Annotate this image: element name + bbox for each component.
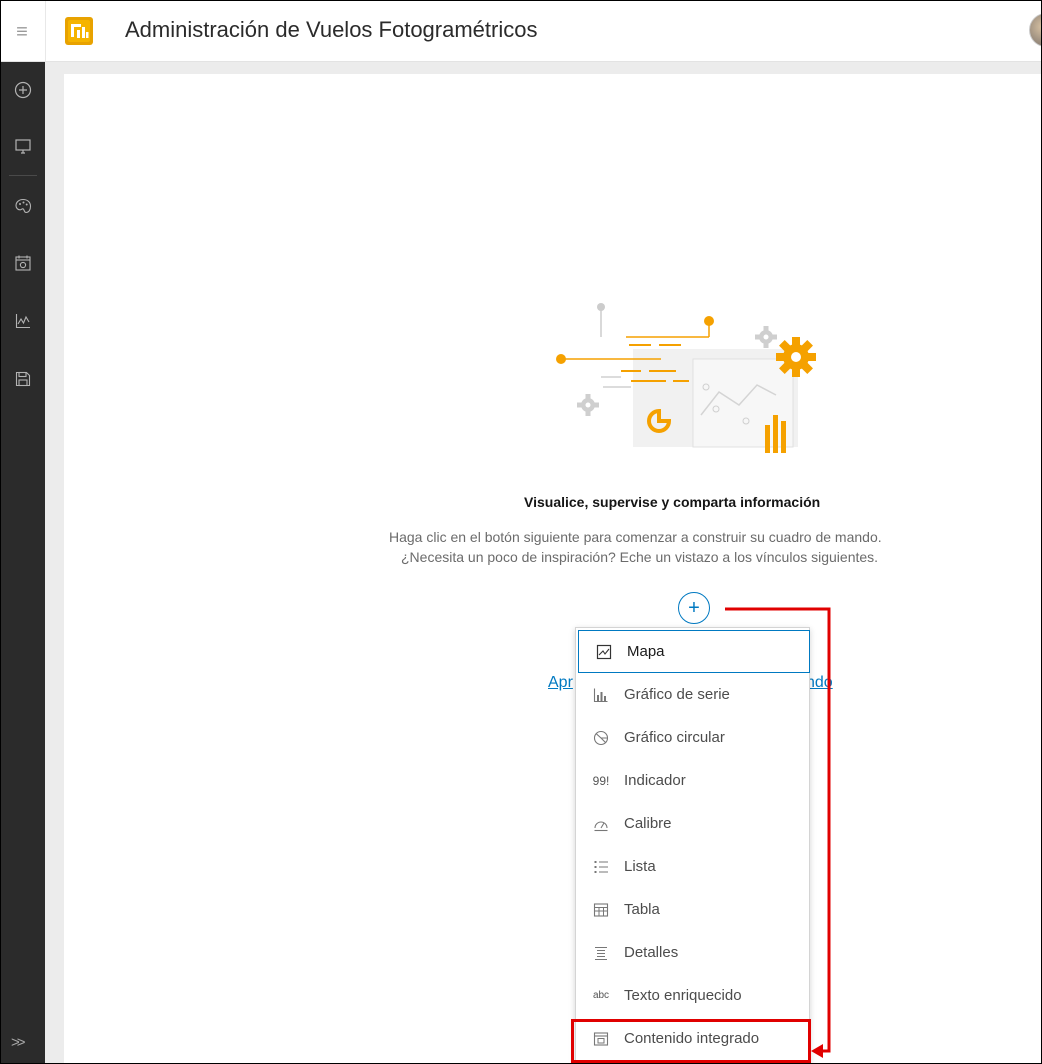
left-toolbar: >> — [1, 62, 45, 1063]
menu-item-label: Calibre — [624, 815, 672, 832]
menu-item-indicador[interactable]: 99! Indicador — [576, 759, 809, 802]
add-element-button[interactable]: + — [678, 592, 710, 624]
expand-toolbar-icon[interactable]: >> — [11, 1034, 25, 1051]
dashboard-settings-icon[interactable] — [9, 249, 37, 277]
dashboards-logo-icon — [65, 17, 93, 45]
menu-item-detalles[interactable]: Detalles — [576, 931, 809, 974]
add-circle-icon[interactable] — [9, 76, 37, 104]
menu-item-label: Lista — [624, 858, 656, 875]
app-window: ≡ Administración de Vuelos Fotogramétric… — [0, 0, 1042, 1064]
pie-chart-icon — [590, 727, 612, 749]
menu-item-label: Detalles — [624, 944, 679, 961]
app-header: ≡ Administración de Vuelos Fotogramétric… — [1, 1, 1041, 62]
serial-chart-icon — [590, 684, 612, 706]
menu-item-label: Gráfico de serie — [624, 686, 730, 703]
hamburger-icon[interactable]: ≡ — [11, 21, 33, 43]
list-icon — [590, 856, 612, 878]
sample-dashboard-link[interactable]: ndo — [806, 674, 833, 692]
menu-item-label: Gráfico circular — [624, 729, 725, 746]
save-icon[interactable] — [9, 365, 37, 393]
empty-state-headline: Visualice, supervise y comparta informac… — [524, 494, 821, 510]
menu-item-lista[interactable]: Lista — [576, 845, 809, 888]
menu-item-label: Texto enriquecido — [624, 987, 742, 1004]
learn-more-link[interactable]: Apr — [548, 674, 573, 692]
menu-item-grafico-de-serie[interactable]: Gráfico de serie — [576, 673, 809, 716]
rich-text-icon: abc — [592, 990, 610, 1001]
desktop-icon[interactable] — [9, 132, 37, 160]
map-icon — [593, 641, 615, 663]
empty-state-description: Haga clic en el botón siguiente para com… — [389, 529, 882, 545]
indicator-icon: 99! — [592, 773, 610, 788]
menu-item-tabla[interactable]: Tabla — [576, 888, 809, 931]
header-divider — [45, 1, 46, 61]
details-icon — [590, 942, 612, 964]
highlight-box-annotation — [571, 1019, 811, 1063]
add-element-menu: Mapa Gráfico de serie Gráfico circular 9… — [575, 627, 810, 1063]
toolbar-divider — [9, 175, 37, 176]
menu-item-label: Tabla — [624, 901, 660, 918]
menu-item-mapa[interactable]: Mapa — [578, 630, 810, 673]
table-icon — [590, 899, 612, 921]
menu-item-texto-enriquecido[interactable]: abc Texto enriquecido — [576, 974, 809, 1017]
empty-dashboard-illustration — [556, 303, 816, 453]
app-title: Administración de Vuelos Fotogramétricos — [125, 17, 538, 42]
menu-item-label: Indicador — [624, 772, 686, 789]
dashboard-canvas — [64, 74, 1041, 1063]
menu-item-grafico-circular[interactable]: Gráfico circular — [576, 716, 809, 759]
palette-icon[interactable] — [9, 192, 37, 220]
user-avatar[interactable] — [1029, 13, 1041, 47]
menu-item-calibre[interactable]: Calibre — [576, 802, 809, 845]
chart-line-icon[interactable] — [9, 307, 37, 335]
empty-state-inspiration-text: ¿Necesita un poco de inspiración? Eche u… — [401, 549, 879, 565]
gauge-icon — [590, 813, 612, 835]
menu-item-label: Mapa — [627, 643, 665, 660]
